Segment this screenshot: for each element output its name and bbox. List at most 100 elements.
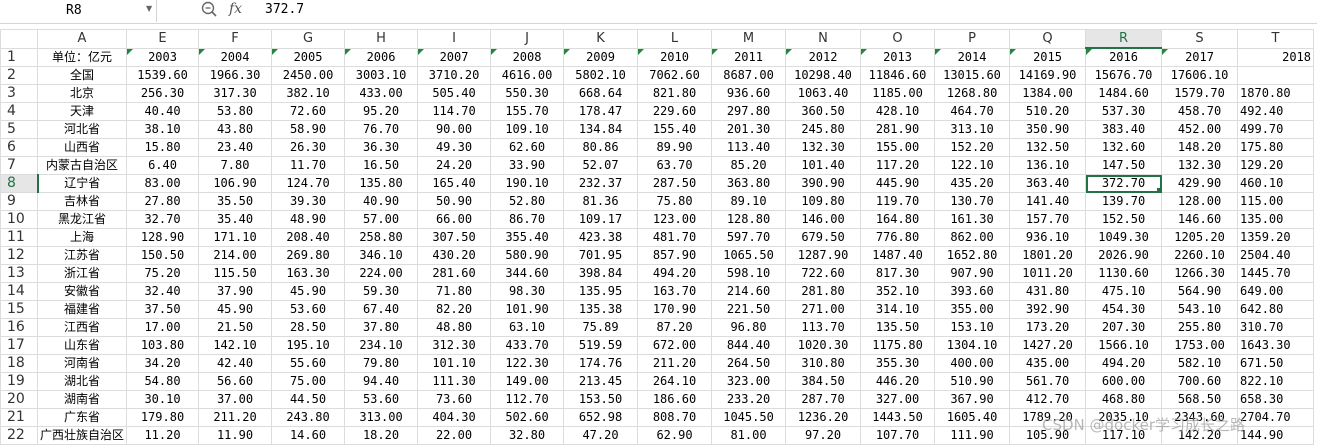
cell-r19[interactable]: 600.00 [1085,372,1163,391]
cell-s7[interactable]: 132.30 [1161,156,1239,175]
row-header-1[interactable]: 1 [0,47,38,67]
cell-n15[interactable]: 271.00 [785,300,862,319]
cell-i7[interactable]: 24.20 [417,156,492,175]
fx-icon[interactable]: fx [229,1,242,17]
column-header-k[interactable]: K [563,29,639,49]
cell-f5[interactable]: 43.80 [198,120,273,139]
cell-q6[interactable]: 132.50 [1009,138,1087,157]
cell-i21[interactable]: 404.30 [417,408,492,427]
cell-l14[interactable]: 163.70 [637,282,713,301]
row-header-21[interactable]: 21 [0,408,38,427]
cell-p20[interactable]: 367.90 [934,390,1011,409]
cell-p18[interactable]: 400.00 [934,354,1011,373]
column-header-f[interactable]: F [198,29,273,49]
cell-j7[interactable]: 33.90 [490,156,565,175]
cell-n3[interactable]: 1063.40 [785,84,862,103]
cell-s8[interactable]: 429.90 [1161,174,1239,193]
cell-g15[interactable]: 53.60 [271,300,346,319]
cell-k10[interactable]: 109.17 [563,210,639,229]
cell-e9[interactable]: 27.80 [126,192,200,211]
cell-h9[interactable]: 40.90 [344,192,419,211]
cell-q19[interactable]: 561.70 [1009,372,1087,391]
cell-i20[interactable]: 73.60 [417,390,492,409]
cell-p14[interactable]: 393.60 [934,282,1011,301]
cell-t22[interactable]: 144.90 [1237,426,1315,445]
row-header-6[interactable]: 6 [0,138,38,157]
cell-p9[interactable]: 130.70 [934,192,1011,211]
cell-q7[interactable]: 136.10 [1009,156,1087,175]
cell-g4[interactable]: 72.60 [271,102,346,121]
cell-k13[interactable]: 398.84 [563,264,639,283]
cell-k15[interactable]: 135.38 [563,300,639,319]
cell-o9[interactable]: 119.70 [860,192,936,211]
cell-t12[interactable]: 2504.40 [1237,246,1315,265]
cell-n6[interactable]: 132.30 [785,138,862,157]
cell-o3[interactable]: 1185.00 [860,84,936,103]
cell-a11[interactable]: 上海 [36,228,128,247]
cell-g21[interactable]: 243.80 [271,408,346,427]
cell-k7[interactable]: 52.07 [563,156,639,175]
cell-g10[interactable]: 48.90 [271,210,346,229]
cell-j20[interactable]: 112.70 [490,390,565,409]
cell-m17[interactable]: 844.40 [711,336,787,355]
cell-n20[interactable]: 287.70 [785,390,862,409]
cell-s9[interactable]: 128.00 [1161,192,1239,211]
cell-r14[interactable]: 475.10 [1085,282,1163,301]
cell-s19[interactable]: 700.60 [1161,372,1239,391]
cell-p13[interactable]: 907.90 [934,264,1011,283]
cell-a14[interactable]: 安徽省 [36,282,128,301]
cell-f1[interactable]: 2004 [198,47,273,67]
cell-g8[interactable]: 124.70 [271,174,346,193]
column-header-a[interactable]: A [36,29,128,49]
cell-i14[interactable]: 71.80 [417,282,492,301]
cell-n4[interactable]: 360.50 [785,102,862,121]
cell-m18[interactable]: 264.50 [711,354,787,373]
cell-a16[interactable]: 江西省 [36,318,128,337]
cell-q22[interactable]: 105.90 [1009,426,1087,445]
cell-o5[interactable]: 281.90 [860,120,936,139]
cell-l8[interactable]: 287.50 [637,174,713,193]
cell-l21[interactable]: 808.70 [637,408,713,427]
column-header-l[interactable]: L [637,29,713,49]
cell-p16[interactable]: 153.10 [934,318,1011,337]
cell-k6[interactable]: 80.86 [563,138,639,157]
cell-f4[interactable]: 53.80 [198,102,273,121]
cell-f20[interactable]: 37.00 [198,390,273,409]
cell-o22[interactable]: 107.70 [860,426,936,445]
row-header-8[interactable]: 8 [0,174,39,193]
cell-i2[interactable]: 3710.20 [417,66,492,85]
cell-p2[interactable]: 13015.60 [934,66,1011,85]
cell-o19[interactable]: 446.20 [860,372,936,391]
cell-t13[interactable]: 1445.70 [1237,264,1315,283]
cell-r18[interactable]: 494.20 [1085,354,1163,373]
cell-a9[interactable]: 吉林省 [36,192,128,211]
cell-k12[interactable]: 701.95 [563,246,639,265]
cell-j12[interactable]: 580.90 [490,246,565,265]
cell-m14[interactable]: 214.60 [711,282,787,301]
cell-l3[interactable]: 821.80 [637,84,713,103]
cell-k21[interactable]: 652.98 [563,408,639,427]
chevron-down-icon[interactable]: ▼ [146,4,152,13]
cell-o8[interactable]: 445.90 [860,174,936,193]
cell-t19[interactable]: 822.10 [1237,372,1315,391]
cell-r20[interactable]: 468.80 [1085,390,1163,409]
cell-q16[interactable]: 173.20 [1009,318,1087,337]
cell-p15[interactable]: 355.00 [934,300,1011,319]
column-header-t[interactable]: T [1237,29,1315,49]
cell-k5[interactable]: 134.84 [563,120,639,139]
row-header-2[interactable]: 2 [0,66,38,85]
cell-f21[interactable]: 211.20 [198,408,273,427]
cell-r5[interactable]: 383.40 [1085,120,1163,139]
cell-l20[interactable]: 186.60 [637,390,713,409]
cell-k17[interactable]: 519.59 [563,336,639,355]
cell-l10[interactable]: 123.00 [637,210,713,229]
cell-j4[interactable]: 155.70 [490,102,565,121]
cell-q2[interactable]: 14169.90 [1009,66,1087,85]
cell-p4[interactable]: 464.70 [934,102,1011,121]
cell-j9[interactable]: 52.80 [490,192,565,211]
cell-m11[interactable]: 597.70 [711,228,787,247]
cell-g1[interactable]: 2005 [271,47,346,67]
cell-r22[interactable]: 117.10 [1085,426,1163,445]
cell-o7[interactable]: 117.20 [860,156,936,175]
cell-s5[interactable]: 452.00 [1161,120,1239,139]
